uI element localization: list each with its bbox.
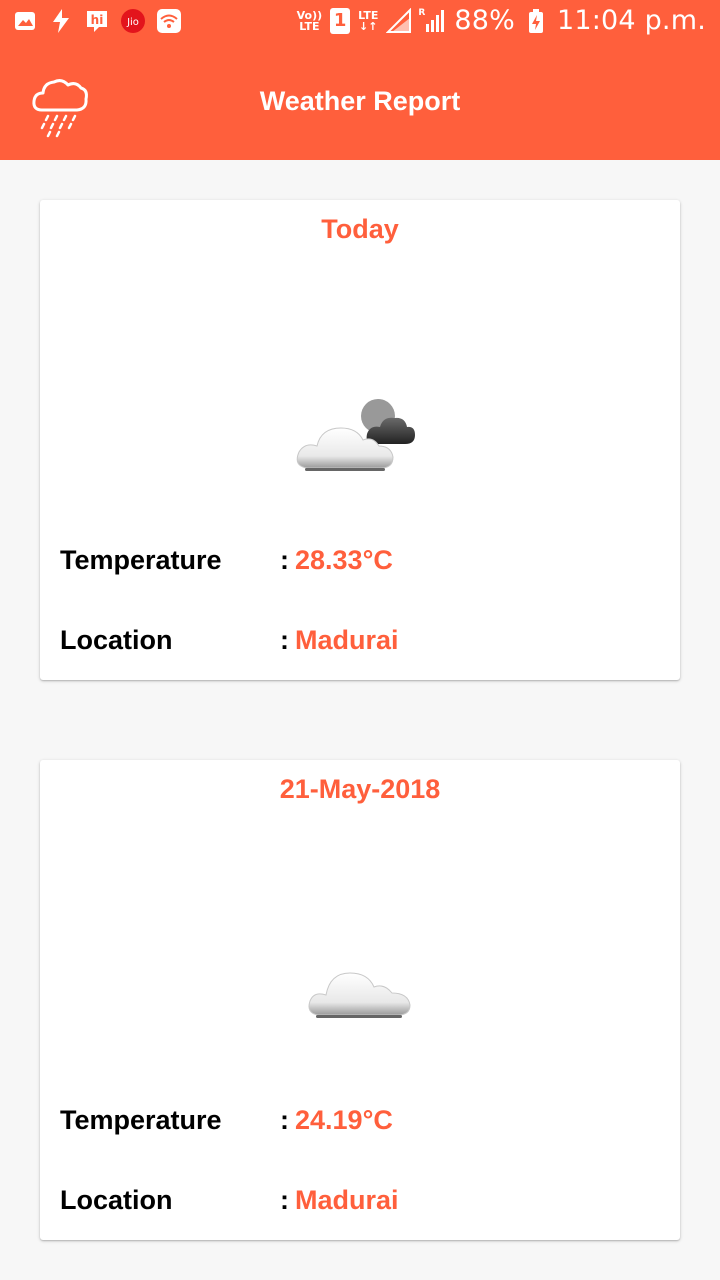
card-heading: Today — [321, 214, 399, 244]
separator: : — [280, 1104, 289, 1135]
sim-icon: 1 — [330, 7, 351, 34]
clock: 11:04 p.m. — [557, 5, 706, 36]
location-label: Location — [60, 624, 173, 655]
separator: : — [280, 1184, 289, 1215]
location-label: Location — [60, 1184, 173, 1215]
lte-label: LTE — [358, 8, 379, 22]
roaming-label: R — [418, 7, 426, 18]
status-bar-left: hi Jio — [12, 8, 182, 34]
status-bar: hi Jio Vo)) LTE 1 LTE ↓↑ R 88% 11:04 p.m. — [0, 0, 720, 50]
lte-icon: LTE ↓↑ — [358, 8, 379, 33]
card-heading: 21-May-2018 — [279, 774, 441, 804]
temperature-value: 24.19°C — [295, 1104, 393, 1135]
app-title: Weather Report — [259, 86, 461, 116]
location-row: Location : Madurai — [60, 620, 660, 660]
app-bar: Weather Report — [0, 50, 720, 160]
status-bar-right: Vo)) LTE 1 LTE ↓↑ R 88% 11:04 p.m. — [297, 5, 706, 36]
svg-text:Jio: Jio — [126, 17, 139, 28]
temperature-label: Temperature — [60, 1104, 222, 1135]
temperature-row: Temperature : 24.19°C — [60, 1100, 660, 1140]
image-icon — [12, 8, 38, 34]
svg-text:hi: hi — [91, 13, 104, 27]
weather-card-today: Today Temperature : 28.33°C Location : M… — [40, 200, 680, 680]
jio-icon: Jio — [120, 8, 146, 34]
roaming-signal-icon: R — [418, 7, 446, 34]
battery-percent: 88% — [454, 5, 515, 36]
battery-icon — [523, 8, 549, 34]
temperature-value: 28.33°C — [295, 544, 393, 575]
volte-icon: Vo)) LTE — [297, 10, 323, 32]
separator: : — [280, 624, 289, 655]
separator: : — [280, 544, 289, 575]
signal-icon — [386, 7, 412, 34]
temperature-label: Temperature — [60, 544, 222, 575]
flash-icon — [48, 8, 74, 34]
temperature-row: Temperature : 28.33°C — [60, 540, 660, 580]
location-row: Location : Madurai — [60, 1180, 660, 1220]
location-value: Madurai — [295, 624, 399, 655]
weather-card-forecast: 21-May-2018 Temperature : 24.19°C Locati… — [40, 760, 680, 1240]
cloud-icon — [302, 953, 422, 1027]
hike-icon: hi — [84, 8, 110, 34]
volte-bottom: LTE — [299, 19, 320, 33]
wifi-icon — [156, 8, 182, 34]
partly-cloudy-icon — [295, 390, 435, 484]
location-value: Madurai — [295, 1184, 399, 1215]
